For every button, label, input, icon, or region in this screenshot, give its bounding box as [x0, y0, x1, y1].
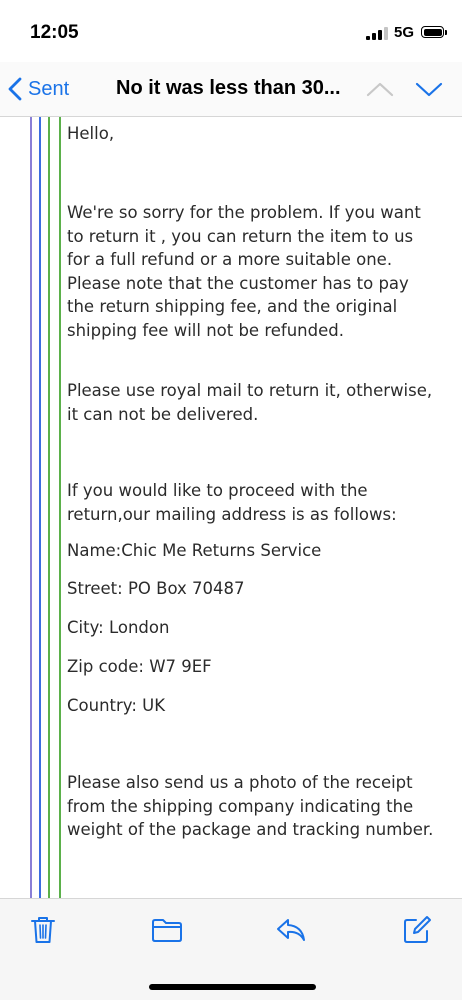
mail-screen: 12:05 5G Sent No it was less than 30...: [0, 0, 462, 1000]
address-country: Country: UK: [67, 696, 166, 715]
battery-icon: [421, 26, 447, 38]
chevron-up-icon: [366, 82, 394, 104]
address-name: Name:Chic Me Returns Service: [67, 541, 322, 560]
message-subject-title: No it was less than 30...: [116, 77, 341, 99]
message-paragraph: Please use royal mail to return it, othe…: [67, 381, 433, 424]
next-message-button[interactable]: [415, 78, 443, 100]
chevron-left-icon: [8, 77, 22, 101]
greeting-text: Hello,: [67, 124, 115, 143]
move-to-folder-button[interactable]: [150, 915, 184, 949]
message-paragraph: Please also send us a photo of the recei…: [67, 773, 434, 839]
quote-bar: [59, 117, 61, 898]
compose-button[interactable]: [400, 915, 434, 949]
status-bar: 12:05 5G: [0, 0, 462, 62]
reply-button[interactable]: [274, 915, 308, 949]
quote-bar: [30, 117, 32, 898]
quote-bar: [48, 117, 50, 898]
message-body[interactable]: Hello, We're so sorry for the problem. I…: [0, 117, 462, 898]
compose-icon: [402, 915, 432, 950]
status-time: 12:05: [30, 22, 79, 43]
chevron-down-icon: [415, 82, 443, 104]
delete-button[interactable]: [26, 915, 60, 949]
message-paragraph: If you would like to proceed with the re…: [67, 481, 397, 524]
signal-icon: [366, 26, 388, 40]
nav-bar: Sent No it was less than 30...: [0, 62, 462, 117]
reply-icon: [275, 916, 307, 949]
back-button[interactable]: Sent: [8, 74, 69, 104]
address-city: City: London: [67, 618, 170, 637]
address-zip: Zip code: W7 9EF: [67, 657, 212, 676]
network-label: 5G: [394, 24, 415, 41]
message-paragraph: We're so sorry for the problem. If you w…: [67, 203, 421, 340]
home-indicator[interactable]: [149, 984, 316, 990]
quote-bar: [39, 117, 41, 898]
address-street: Street: PO Box 70487: [67, 579, 245, 598]
folder-icon: [151, 917, 183, 948]
trash-icon: [29, 915, 57, 950]
back-label: Sent: [28, 77, 70, 100]
previous-message-button[interactable]: [366, 78, 394, 100]
